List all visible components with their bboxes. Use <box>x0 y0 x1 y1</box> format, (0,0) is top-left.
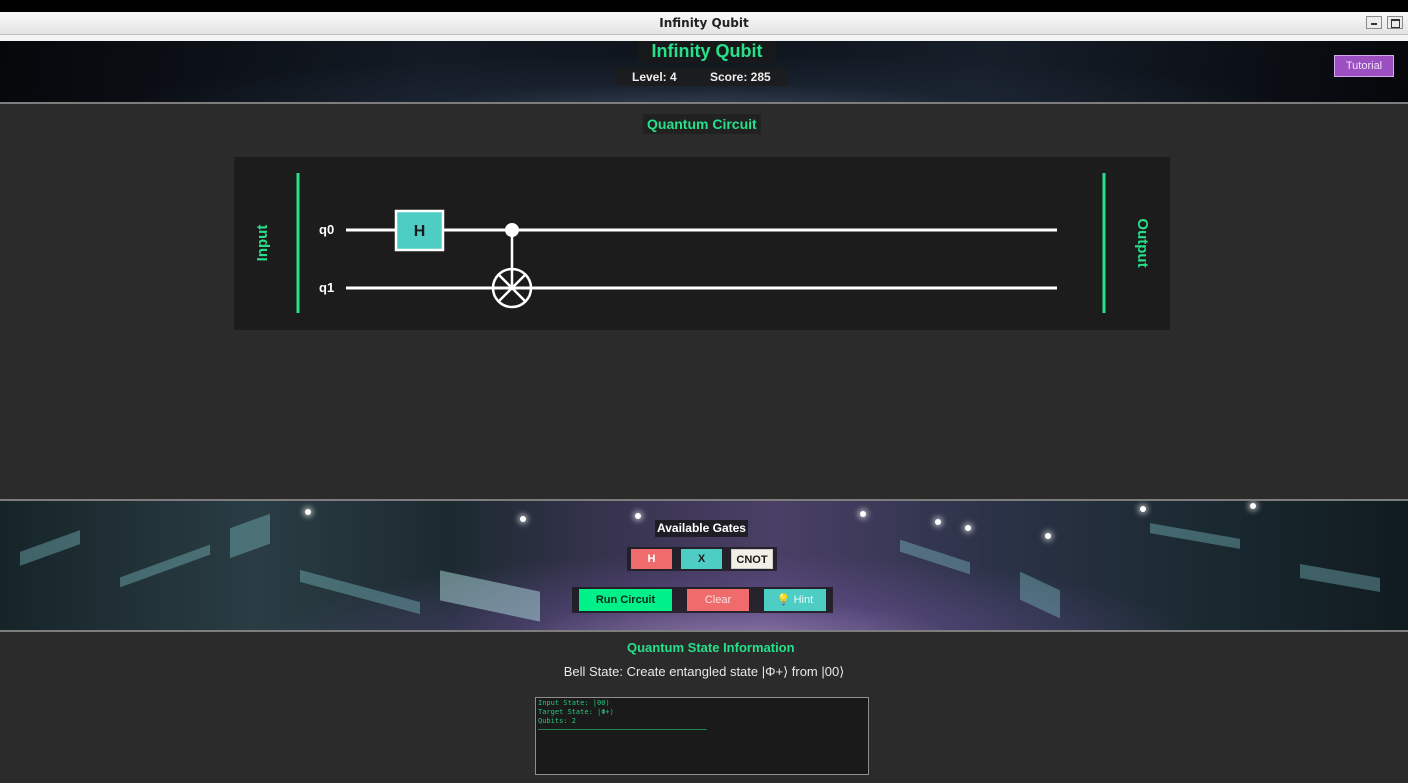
state-console: Input State: |00⟩ Target State: |Φ+⟩ Qub… <box>535 697 869 775</box>
console-line: ──────────────────────────────────────── <box>538 726 707 734</box>
window-title: Infinity Qubit <box>659 16 749 30</box>
h-gate-label: H <box>414 223 426 240</box>
action-bar: Run Circuit Clear 💡 Hint <box>572 587 833 613</box>
console-line: Target State: |Φ+⟩ <box>538 708 614 716</box>
gate-palette: H X CNOT <box>627 547 777 571</box>
bg-light <box>1140 506 1146 512</box>
app-header: Infinity Qubit Level: 4 Score: 285 Tutor… <box>0 41 1408 104</box>
circuit-section-title: Quantum Circuit <box>643 114 761 134</box>
qubit-label-q0: q0 <box>319 222 334 237</box>
bg-decoration <box>440 570 540 622</box>
run-circuit-button[interactable]: Run Circuit <box>579 589 672 611</box>
bg-decoration <box>230 513 270 559</box>
app-title: Infinity Qubit <box>638 41 776 63</box>
bg-decoration <box>120 544 210 588</box>
top-black-bar <box>0 0 1408 12</box>
console-line: Qubits: 2 <box>538 717 576 725</box>
bg-decoration <box>20 530 80 566</box>
h-gate[interactable]: H <box>394 209 445 252</box>
state-info-title: Quantum State Information <box>627 640 795 655</box>
circuit-section: Quantum Circuit Input Output q0 q1 H <box>0 104 1408 499</box>
minimize-button[interactable] <box>1366 16 1382 29</box>
bg-decoration <box>1020 571 1060 619</box>
bg-decoration <box>300 569 420 615</box>
bg-light <box>520 516 526 522</box>
window-titlebar: Infinity Qubit <box>0 12 1408 35</box>
console-line: Input State: |00⟩ <box>538 699 610 707</box>
gate-button-x[interactable]: X <box>681 549 722 569</box>
bg-light <box>935 519 941 525</box>
bg-decoration <box>900 539 970 575</box>
bg-decoration <box>1300 563 1380 593</box>
score-label: Score: 285 <box>710 70 771 84</box>
circuit-panel[interactable]: Input Output q0 q1 H <box>234 157 1170 330</box>
hint-button[interactable]: 💡 Hint <box>764 589 826 611</box>
bg-light <box>1250 503 1256 509</box>
gate-button-cnot[interactable]: CNOT <box>731 549 773 569</box>
bg-light <box>305 509 311 515</box>
qubit-label-q1: q1 <box>319 280 334 295</box>
stats-bar: Level: 4 Score: 285 <box>616 68 788 86</box>
circuit-diagram: Input Output q0 q1 H <box>254 173 1151 313</box>
bg-light <box>635 513 641 519</box>
gate-button-h[interactable]: H <box>631 549 672 569</box>
maximize-button[interactable] <box>1387 16 1403 29</box>
bg-light <box>965 525 971 531</box>
gates-section: Available Gates H X CNOT Run Circuit Cle… <box>0 501 1408 630</box>
level-description: Bell State: Create entangled state |Φ+⟩ … <box>563 664 845 679</box>
clear-button[interactable]: Clear <box>687 589 749 611</box>
bg-light <box>860 511 866 517</box>
tutorial-button[interactable]: Tutorial <box>1334 55 1394 77</box>
state-info-section: Quantum State Information Bell State: Cr… <box>0 632 1408 783</box>
cnot-gate[interactable] <box>491 223 533 309</box>
output-label: Output <box>1134 218 1151 267</box>
available-gates-title: Available Gates <box>655 520 748 537</box>
level-label: Level: 4 <box>632 70 677 84</box>
input-label: Input <box>254 225 271 262</box>
bg-light <box>1045 533 1051 539</box>
bg-decoration <box>1150 523 1240 549</box>
cnot-control-dot <box>505 223 519 237</box>
